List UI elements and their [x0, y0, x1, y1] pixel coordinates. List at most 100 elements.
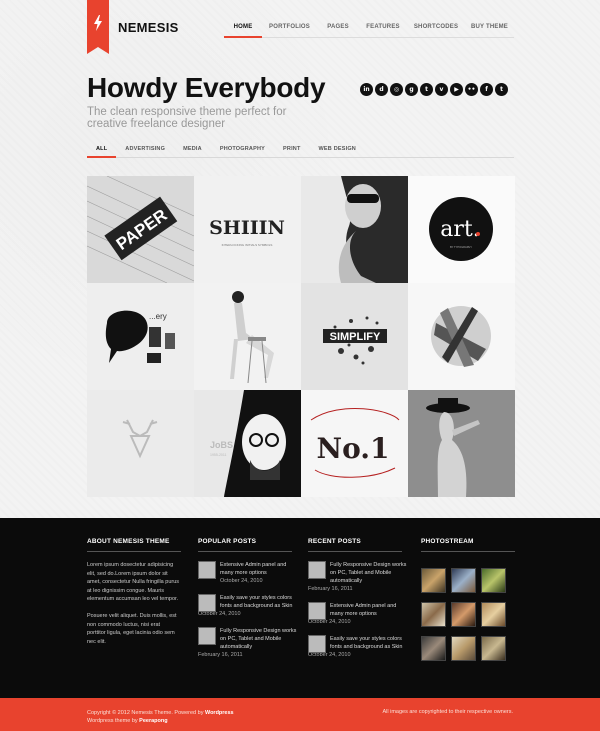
no1-tile-text: No.1 [316, 432, 389, 465]
flickr-icon[interactable]: •• [465, 83, 478, 96]
footer-popular-posts: POPULAR POSTS Extensive Admin panel and … [198, 538, 298, 659]
filter-photography[interactable]: PHOTOGRAPHY [211, 143, 274, 158]
simplify-tile-text: SIMPLIFY [330, 331, 381, 343]
copyright-bar: Copyright © 2012 Nemesis Theme. Powered … [0, 698, 600, 731]
lightning-icon [94, 15, 102, 31]
photostream-photo[interactable] [481, 636, 506, 661]
post-thumbnail[interactable] [198, 627, 216, 645]
nav-item-features[interactable]: FEATURES [359, 18, 407, 38]
simplify-tile[interactable]: SIMPLIFY [301, 283, 408, 390]
dribbble-icon[interactable]: ◎ [390, 83, 403, 96]
footer-photostream-heading: PHOTOSTREAM [421, 538, 515, 552]
main-nav: HOME PORTFOLIOS PAGES FEATURES SHORTCODE… [224, 18, 514, 38]
peerapong-link[interactable]: Peerapong [139, 718, 167, 724]
copyright-left: Copyright © 2012 Nemesis Theme. Powered … [87, 709, 234, 725]
no1-typography-tile[interactable]: No.1 [301, 390, 408, 497]
photostream-photo[interactable] [451, 602, 476, 627]
footer-about-text-2: Posuere velit aliquet. Duis mollis, est … [87, 612, 177, 645]
footer-recent-posts: RECENT POSTS Fully Responsive Design wor… [308, 538, 408, 659]
nav-item-home[interactable]: HOME [224, 18, 262, 38]
post-thumbnail[interactable] [198, 594, 216, 612]
post-thumbnail[interactable] [308, 635, 326, 653]
popular-post-1[interactable]: Extensive Admin panel and many more opti… [198, 561, 298, 585]
post-title[interactable]: Extensive Admin panel and many more opti… [220, 561, 298, 577]
post-title[interactable]: Easily save your styles colors fonts and… [220, 594, 298, 610]
portrait-tile-text: JoBS [210, 440, 233, 450]
post-thumbnail[interactable] [198, 561, 216, 579]
photostream-photo[interactable] [481, 568, 506, 593]
page-title: Howdy Everybody [87, 72, 326, 103]
interlocking-tile-caption: INTERLOCKING INITIALS SYMBOLS [222, 243, 273, 247]
photostream-photo[interactable] [421, 602, 446, 627]
interlocking-tile-text: SHIIIN [209, 217, 285, 239]
facebook-icon[interactable]: f [480, 83, 493, 96]
post-title[interactable]: Extensive Admin panel and many more opti… [330, 602, 408, 618]
page-subtitle: The clean responsive theme perfect for c… [87, 106, 287, 130]
post-date: October 24, 2010 [220, 578, 263, 584]
copyright-right: All images are copyrighted to their resp… [382, 709, 513, 715]
stool-model-tile[interactable] [194, 283, 301, 390]
post-title[interactable]: Fully Responsive Design works on PC, Tab… [330, 561, 408, 585]
popular-post-3[interactable]: Fully Responsive Design works on PC, Tab… [198, 627, 298, 659]
footer-popular-heading: POPULAR POSTS [198, 538, 292, 552]
portrait-illustration-tile[interactable]: JoBS 1955-2011 [194, 390, 301, 497]
sunglasses-woman-tile[interactable] [301, 176, 408, 283]
bubble-tile-text: ...ery [149, 312, 167, 321]
logo-ribbon[interactable] [87, 0, 109, 54]
wordpress-link[interactable]: Wordpress [205, 710, 234, 716]
art-tile-text: art. [440, 217, 479, 242]
portfolio-filter-tabs: ALL ADVERTISING MEDIA PHOTOGRAPHY PRINT … [87, 143, 514, 158]
linkedin-icon[interactable]: in [360, 83, 373, 96]
delicious-icon[interactable]: d [375, 83, 388, 96]
photostream-photo[interactable] [451, 568, 476, 593]
social-icons: in d ◎ g t v ▶ •• f t [360, 83, 508, 96]
photostream-photo[interactable] [451, 636, 476, 661]
footer-recent-heading: RECENT POSTS [308, 538, 402, 552]
youtube-icon[interactable]: ▶ [450, 83, 463, 96]
footer-photostream: PHOTOSTREAM [421, 538, 515, 661]
popular-post-2[interactable]: Easily save your styles colors fonts and… [198, 594, 298, 618]
footer: ABOUT NEMESIS THEME Lorem ipsum dosectet… [0, 518, 600, 698]
vimeo-icon[interactable]: v [435, 83, 448, 96]
copyright-text: Copyright © 2012 Nemesis Theme. Powered … [87, 710, 205, 716]
post-title[interactable]: Fully Responsive Design works on PC, Tab… [220, 627, 298, 651]
post-thumbnail[interactable] [308, 602, 326, 620]
photostream-photo[interactable] [481, 602, 506, 627]
deer-logo-tile[interactable] [87, 390, 194, 497]
footer-about: ABOUT NEMESIS THEME Lorem ipsum dosectet… [87, 538, 181, 646]
site-logo-text[interactable]: NEMESIS [118, 20, 179, 35]
footer-about-text: Lorem ipsum dosectetur adipisicing elit,… [87, 562, 180, 603]
art-tile-caption: BY TYPOGRAPHY [450, 245, 472, 249]
abstract-sphere-tile[interactable] [408, 283, 515, 390]
nav-item-portfolios[interactable]: PORTFOLIOS [262, 18, 317, 38]
filter-all[interactable]: ALL [87, 143, 117, 158]
post-thumbnail[interactable] [308, 561, 326, 579]
speech-bubble-tile[interactable]: ...ery [87, 283, 194, 390]
portfolio-grid: PAPER SHIIIN INTERLOCKING INITIALS SYMBO… [87, 176, 515, 497]
post-title[interactable]: Easily save your styles colors fonts and… [330, 635, 408, 651]
post-date: February 16, 2011 [308, 586, 353, 592]
recent-post-1[interactable]: Fully Responsive Design works on PC, Tab… [308, 561, 408, 593]
twitter-icon[interactable]: t [495, 83, 508, 96]
filter-print[interactable]: PRINT [274, 143, 310, 158]
interlocking-type-tile[interactable]: SHIIIN INTERLOCKING INITIALS SYMBOLS [194, 176, 301, 283]
tumblr-icon[interactable]: t [420, 83, 433, 96]
art-typography-tile[interactable]: art. BY TYPOGRAPHY [408, 176, 515, 283]
filter-media[interactable]: MEDIA [174, 143, 211, 158]
filter-web-design[interactable]: WEB DESIGN [310, 143, 365, 158]
photostream-photo[interactable] [421, 568, 446, 593]
portrait-tile-caption: 1955-2011 [210, 453, 227, 457]
nav-item-shortcodes[interactable]: SHORTCODES [407, 18, 465, 38]
paper-typography-tile[interactable]: PAPER [87, 176, 194, 283]
filter-advertising[interactable]: ADVERTISING [116, 143, 174, 158]
nav-item-buy-theme[interactable]: BUY THEME [465, 18, 514, 38]
photostream-photo[interactable] [421, 636, 446, 661]
recent-post-2[interactable]: Extensive Admin panel and many more opti… [308, 602, 408, 626]
hat-model-tile[interactable] [408, 390, 515, 497]
footer-about-heading: ABOUT NEMESIS THEME [87, 538, 181, 552]
post-date: February 16, 2011 [198, 652, 243, 658]
nav-item-pages[interactable]: PAGES [317, 18, 359, 38]
google-plus-icon[interactable]: g [405, 83, 418, 96]
recent-post-3[interactable]: Easily save your styles colors fonts and… [308, 635, 408, 659]
photostream-grid [421, 568, 515, 661]
